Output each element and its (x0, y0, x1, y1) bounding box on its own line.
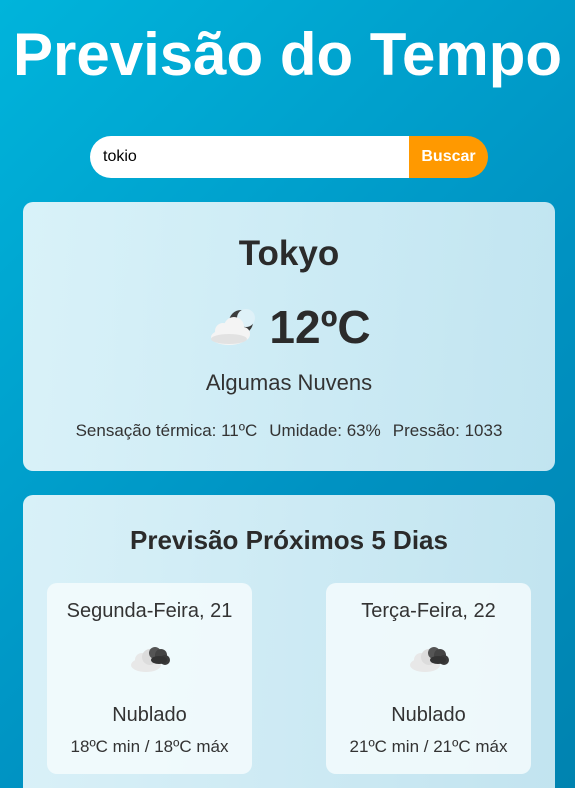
forecast-title: Previsão Próximos 5 Dias (130, 525, 448, 555)
search-input[interactable] (90, 136, 409, 178)
night-cloud-icon (211, 309, 256, 345)
current-temperature: 12ºC (269, 301, 371, 353)
search-bar: Buscar (90, 136, 488, 178)
feels-like: Sensação térmica: 11ºC (75, 421, 258, 440)
pressure: Pressão: 1033 (392, 421, 503, 440)
forecast-day-description: Nublado (391, 704, 466, 726)
humidity: Umidade: 63% (269, 421, 381, 440)
forecast-day: Segunda-Feira, 21 Nublado 18ºC min / 18º… (47, 583, 252, 774)
weather-details: Sensação térmica: 11ºC Umidade: 63% Pres… (23, 421, 555, 441)
page-title: Previsão do Tempo (12, 21, 563, 88)
temperature-row: 12ºC (23, 300, 555, 354)
forecast-day-temps: 21ºC min / 21ºC máx (349, 737, 508, 756)
forecast-card: Previsão Próximos 5 Dias Segunda-Feira, … (23, 495, 555, 788)
forecast-day-description: Nublado (112, 704, 187, 726)
city-name: Tokyo (238, 234, 340, 273)
search-button[interactable]: Buscar (409, 136, 488, 178)
current-weather-card: Tokyo 12ºC Algumas Nuvens Sensação térmi… (23, 202, 555, 471)
forecast-day-name: Segunda-Feira, 21 (66, 600, 233, 622)
dark-clouds-icon (130, 647, 170, 672)
forecast-day-temps: 18ºC min / 18ºC máx (70, 737, 229, 756)
weather-description: Algumas Nuvens (205, 370, 373, 395)
dark-clouds-icon (409, 647, 449, 672)
forecast-day-name: Terça-Feira, 22 (361, 600, 496, 622)
forecast-day: Terça-Feira, 22 Nublado 21ºC min / 21ºC … (326, 583, 531, 774)
